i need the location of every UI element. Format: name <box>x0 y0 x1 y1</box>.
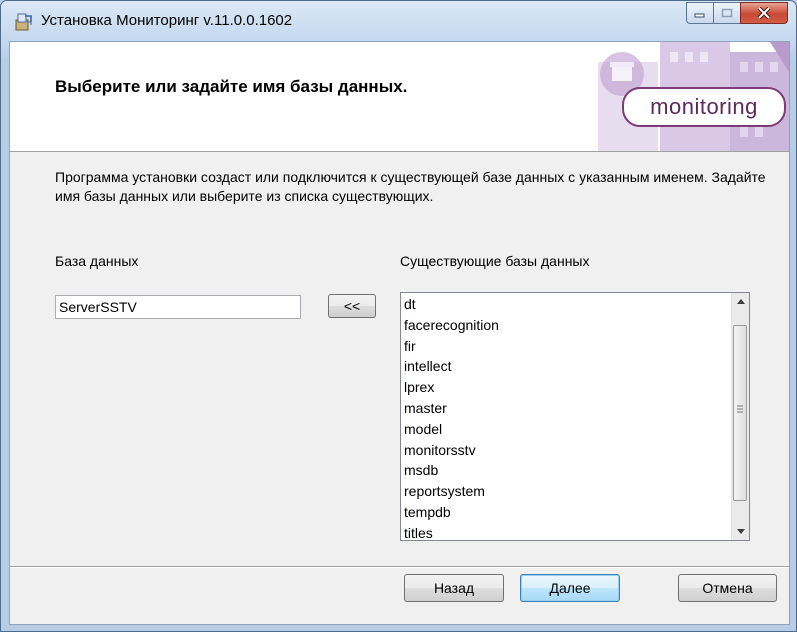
existing-databases-label: Существующие базы данных <box>400 253 590 269</box>
grip-icon <box>737 405 743 413</box>
minimize-icon <box>694 13 705 18</box>
back-button[interactable]: Назад <box>404 574 504 602</box>
scroll-up-button[interactable] <box>732 293 749 310</box>
arrow-up-icon <box>736 299 745 304</box>
list-item[interactable]: monitorsstv <box>404 440 499 461</box>
database-name-input[interactable] <box>55 295 301 319</box>
database-items: dt facerecognition fir intellect lprex master… <box>404 294 499 540</box>
footer-divider <box>10 566 789 568</box>
dialog-body: Выберите или задайте имя базы данных. mo… <box>9 41 790 625</box>
caption-buttons <box>686 2 788 24</box>
maximize-button[interactable] <box>713 2 740 24</box>
list-item[interactable]: reportsystem <box>404 481 499 502</box>
scroll-down-button[interactable] <box>732 523 749 540</box>
list-item[interactable]: dt <box>404 294 499 315</box>
installer-icon <box>15 13 32 31</box>
arrow-down-icon <box>736 529 745 534</box>
list-item[interactable]: fir <box>404 336 499 357</box>
next-button[interactable]: Далее <box>520 574 620 602</box>
header-banner: Выберите или задайте имя базы данных. mo… <box>10 42 789 152</box>
list-item[interactable]: msdb <box>404 460 499 481</box>
title-bar[interactable]: Установка Мониторинг v.11.0.0.1602 <box>1 1 796 41</box>
scroll-thumb[interactable] <box>733 325 747 501</box>
list-item[interactable]: facerecognition <box>404 315 499 336</box>
list-item[interactable]: model <box>404 419 499 440</box>
page-title: Выберите или задайте имя базы данных. <box>55 77 408 96</box>
window-title: Установка Мониторинг v.11.0.0.1602 <box>41 12 293 29</box>
maximize-icon <box>721 8 733 18</box>
list-item[interactable]: intellect <box>404 356 499 377</box>
copy-to-field-button[interactable]: << <box>328 294 376 318</box>
monitoring-logo: monitoring <box>622 87 786 127</box>
description-text: Программа установки создаст или подключи… <box>55 169 766 204</box>
database-label: База данных <box>55 253 139 269</box>
list-item[interactable]: master <box>404 398 499 419</box>
vertical-scrollbar[interactable] <box>731 293 749 540</box>
list-item[interactable]: tempdb <box>404 502 499 523</box>
list-item[interactable]: lprex <box>404 377 499 398</box>
cancel-button[interactable]: Отмена <box>678 574 777 602</box>
minimize-button[interactable] <box>686 2 713 24</box>
installer-window: Установка Мониторинг v.11.0.0.1602 Выбер… <box>0 0 797 632</box>
existing-databases-list[interactable]: dt facerecognition fir intellect lprex master… <box>400 292 750 541</box>
list-item[interactable]: titles <box>404 523 499 540</box>
close-icon <box>757 7 771 19</box>
close-button[interactable] <box>740 2 788 24</box>
